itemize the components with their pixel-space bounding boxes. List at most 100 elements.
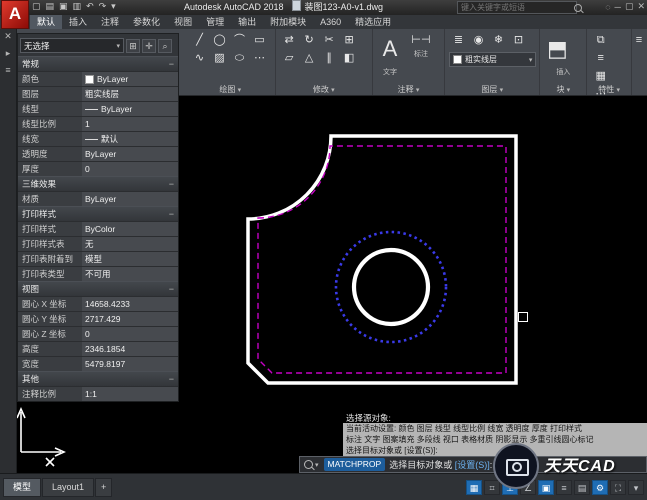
plot-icon[interactable]: ▥ xyxy=(73,1,82,12)
dimension-icon[interactable]: ⊢⊣ xyxy=(404,32,438,49)
layer-freeze-icon[interactable]: ❄ xyxy=(489,32,508,49)
arc-icon[interactable]: ⌒ xyxy=(230,32,249,49)
close-icon[interactable]: ✕ xyxy=(637,1,645,12)
insert-block-icon[interactable]: ⬒ xyxy=(544,32,570,66)
mirror-icon[interactable]: ▱ xyxy=(280,50,299,67)
more-draw-icon[interactable]: ⋯ xyxy=(250,50,269,67)
undo-icon[interactable]: ↶ xyxy=(86,1,94,12)
bylayer-color-icon[interactable]: ▦ xyxy=(591,68,610,85)
osnap-icon[interactable]: ▣ xyxy=(538,480,554,495)
property-value[interactable]: ByLayer xyxy=(82,192,178,206)
collapse-icon[interactable]: − xyxy=(169,59,174,69)
save-icon[interactable]: ▣ xyxy=(59,1,68,12)
lineweight-icon[interactable]: ≡ xyxy=(556,480,572,495)
new-file-icon[interactable]: ▢ xyxy=(32,1,41,12)
minimize-icon[interactable]: ─ xyxy=(615,2,621,12)
ribbon-tab-output[interactable]: 输出 xyxy=(231,15,263,29)
move-icon[interactable]: ⇄ xyxy=(280,32,299,49)
property-value[interactable]: ByColor xyxy=(82,222,178,236)
pickadd-toggle-icon[interactable]: ⊞ xyxy=(126,39,140,53)
copy-icon[interactable]: ⊞ xyxy=(340,32,359,49)
layer-dropdown[interactable]: 粗实线层 ▾ xyxy=(449,52,536,67)
ribbon-tab-featured-apps[interactable]: 精选应用 xyxy=(348,15,398,29)
property-value[interactable]: 0 xyxy=(82,327,178,341)
palette-close-icon[interactable]: ✕ xyxy=(4,31,12,42)
model-tab[interactable]: 模型 xyxy=(3,478,41,497)
properties-list-icon[interactable]: ≡ xyxy=(591,50,610,67)
command-option-link[interactable]: [设置(S)] xyxy=(455,458,490,471)
property-value[interactable]: ByLayer xyxy=(82,72,178,86)
properties-panel-label[interactable]: 特性 ▾ xyxy=(587,84,631,95)
property-value[interactable]: 0 xyxy=(82,162,178,176)
line-icon[interactable]: ╱ xyxy=(190,32,209,49)
ellipse-icon[interactable]: ⬭ xyxy=(230,50,249,67)
layer-lock-icon[interactable]: ⊡ xyxy=(509,32,528,49)
match-properties-icon[interactable]: ⧉ xyxy=(591,32,610,49)
property-value[interactable]: 2346.1854 xyxy=(82,342,178,356)
rectangle-icon[interactable]: ▭ xyxy=(250,32,269,49)
collapse-icon[interactable]: − xyxy=(169,374,174,384)
polyline-icon[interactable]: ∿ xyxy=(190,50,209,67)
offset-icon[interactable]: ∥ xyxy=(320,50,339,67)
erase-icon[interactable]: ◧ xyxy=(340,50,359,67)
property-value[interactable]: 粗实线层 xyxy=(82,87,178,101)
palette-properties-icon[interactable]: ≡ xyxy=(5,65,10,75)
help-search-box[interactable] xyxy=(457,1,577,14)
hatch-icon[interactable]: ▨ xyxy=(210,50,229,67)
redo-icon[interactable]: ↷ xyxy=(99,1,107,12)
block-panel-label[interactable]: 块 ▾ xyxy=(540,84,586,95)
property-value[interactable]: 不可用 xyxy=(82,267,178,281)
selection-dropdown[interactable]: 无选择 ▾ xyxy=(20,38,124,53)
circle-icon[interactable]: ◯ xyxy=(210,32,229,49)
fillet-icon[interactable]: △ xyxy=(300,50,319,67)
new-layout-button[interactable]: + xyxy=(95,478,112,497)
snap-icon[interactable]: ⌗ xyxy=(484,480,500,495)
ribbon-tab-a360[interactable]: A360 xyxy=(313,15,348,29)
open-file-icon[interactable]: ▤ xyxy=(46,1,55,12)
command-search-icon[interactable] xyxy=(304,460,313,469)
property-value[interactable]: 5479.8197 xyxy=(82,357,178,371)
trim-icon[interactable]: ✂ xyxy=(320,32,339,49)
property-value[interactable]: 2717.429 xyxy=(82,312,178,326)
section-header-misc[interactable]: 其他 − xyxy=(18,371,178,386)
section-header-3d[interactable]: 三维效果 − xyxy=(18,176,178,191)
property-value[interactable]: 14658.4233 xyxy=(82,297,178,311)
layout1-tab[interactable]: Layout1 xyxy=(42,478,94,497)
collapse-icon[interactable]: − xyxy=(169,209,174,219)
command-options-icon[interactable]: ▾ xyxy=(315,461,319,469)
select-objects-icon[interactable]: ✛ xyxy=(142,39,156,53)
property-value[interactable]: ByLayer xyxy=(82,147,178,161)
collapse-icon[interactable]: − xyxy=(169,284,174,294)
section-header-plotstyle[interactable]: 打印样式 − xyxy=(18,206,178,221)
text-tool-icon[interactable]: A xyxy=(377,32,403,66)
clean-screen-icon[interactable]: ⛶ xyxy=(610,480,626,495)
application-menu-button[interactable]: A xyxy=(1,0,29,29)
section-header-view[interactable]: 视图 − xyxy=(18,281,178,296)
section-header-general[interactable]: 常规 − xyxy=(18,56,178,71)
collapse-icon[interactable]: − xyxy=(169,179,174,189)
grid-icon[interactable]: ▦ xyxy=(466,480,482,495)
layers-panel-label[interactable]: 图层 ▾ xyxy=(445,84,539,95)
layer-properties-icon[interactable]: ≣ xyxy=(449,32,468,49)
ribbon-tab-manage[interactable]: 管理 xyxy=(199,15,231,29)
ribbon-tab-addins[interactable]: 附加模块 xyxy=(263,15,313,29)
customize-icon[interactable]: ▾ xyxy=(628,480,644,495)
property-value[interactable]: 模型 xyxy=(82,252,178,266)
maximize-icon[interactable]: ▢ xyxy=(625,1,634,12)
draw-panel-label[interactable]: 绘图 ▾ xyxy=(186,84,275,95)
ribbon-tab-parametric[interactable]: 参数化 xyxy=(126,15,167,29)
property-value[interactable]: 无 xyxy=(82,237,178,251)
ribbon-tab-annotate[interactable]: 注释 xyxy=(94,15,126,29)
ribbon-tab-view[interactable]: 视图 xyxy=(167,15,199,29)
rotate-icon[interactable]: ↻ xyxy=(300,32,319,49)
signin-icon[interactable]: ◌ xyxy=(605,2,610,12)
workspace-icon[interactable]: ⚙ xyxy=(592,480,608,495)
ribbon-tab-insert[interactable]: 插入 xyxy=(62,15,94,29)
annotation-scale-icon[interactable]: ▤ xyxy=(574,480,590,495)
search-icon[interactable] xyxy=(574,4,582,12)
layer-on-icon[interactable]: ◉ xyxy=(469,32,488,49)
property-value[interactable]: 默认 xyxy=(82,132,178,146)
property-value[interactable]: 1:1 xyxy=(82,387,178,401)
modify-panel-label[interactable]: 修改 ▾ xyxy=(276,84,372,95)
qat-dropdown-icon[interactable]: ▾ xyxy=(111,1,116,12)
